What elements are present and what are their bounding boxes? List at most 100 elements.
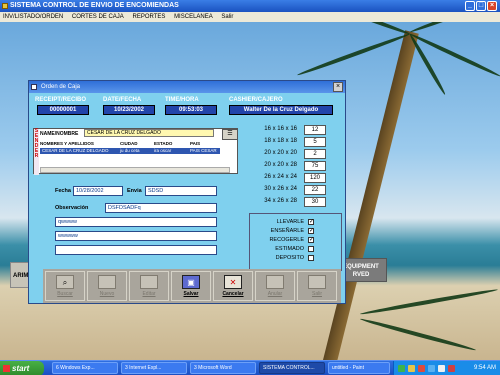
client-result-row[interactable]: CESAR DE LA CRUZ DELGADO ju du ceta ira … — [40, 148, 220, 154]
edit-icon — [140, 275, 158, 289]
tray-icon[interactable] — [398, 365, 405, 372]
observacion-label: Observación — [55, 205, 89, 211]
dialog-titlebar: Orden de Caja × — [29, 81, 345, 93]
size-quantity-input[interactable]: 30 — [304, 197, 326, 207]
option-label: ESTIMADO — [275, 246, 304, 252]
option-label: DEPOSITO — [275, 255, 304, 261]
box-sizes-panel: 16 x 16 x 16 12 18 x 18 x 18 5 20 x 20 x… — [249, 121, 329, 213]
tray-icon[interactable] — [438, 365, 445, 372]
salir-button[interactable]: Salir — [297, 271, 337, 301]
palm-frond — [409, 22, 500, 34]
size-quantity-input[interactable]: 75 — [304, 161, 326, 171]
tray-icon[interactable] — [448, 365, 455, 372]
row-country: PAIS CESAR — [190, 148, 217, 153]
option-checkbox[interactable] — [308, 255, 314, 261]
name-label: NAME/NOMBRE — [40, 131, 79, 137]
buscar-button[interactable]: ⌕ Buscar — [45, 271, 85, 301]
size-label: 20 x 20 x 28 — [264, 162, 297, 168]
salvar-label: Salvar — [183, 291, 199, 297]
search-icon: ⌕ — [56, 275, 74, 289]
void-icon — [266, 275, 284, 289]
tray-icon[interactable] — [428, 365, 435, 372]
size-quantity-input[interactable]: 2 — [304, 149, 326, 159]
taskbar-item[interactable]: 3 Microsoft Word — [190, 362, 256, 374]
row-city: ju du ceta — [120, 148, 140, 153]
envia-input[interactable]: SDSD — [145, 186, 217, 196]
salir-label: Salir — [311, 291, 322, 297]
name-input[interactable]: CESAR DE LA CRUZ DELGADO — [84, 129, 214, 137]
size-label: 16 x 16 x 16 — [264, 126, 297, 132]
cashier-label: CASHIER/CAJERO — [229, 97, 283, 103]
menu-salir[interactable]: Salir — [221, 14, 233, 20]
tray-icon[interactable] — [408, 365, 415, 372]
close-button[interactable]: × — [487, 1, 497, 11]
exit-icon — [308, 275, 326, 289]
fecha-label: Fecha — [55, 188, 71, 194]
new-icon — [98, 275, 116, 289]
size-quantity-input[interactable]: 120 — [304, 173, 326, 183]
notes-line-1[interactable]: qwwww — [55, 217, 217, 227]
client-options-button[interactable]: ☰ — [222, 129, 238, 140]
menubar: INV/LISTADO/ORDEN CORTES DE CAJA REPORTE… — [0, 12, 500, 22]
size-label: 20 x 20 x 20 — [264, 150, 297, 156]
option-checkbox[interactable] — [308, 246, 314, 252]
maximize-button[interactable]: □ — [476, 1, 486, 11]
app-titlebar: SISTEMA CONTROL DE ENVIO DE ENCOMIENDAS … — [0, 0, 500, 12]
option-checkbox[interactable]: ✓ — [308, 237, 314, 243]
minimize-button[interactable]: _ — [465, 1, 475, 11]
cashier-value: Walter De la Cruz Delgado — [229, 105, 333, 115]
taskbar-item[interactable]: 3 Internet Expl... — [121, 362, 187, 374]
size-quantity-input[interactable]: 5 — [304, 137, 326, 147]
size-quantity-input[interactable]: 12 — [304, 125, 326, 135]
observacion-input[interactable]: DSFDSADFq — [105, 203, 217, 213]
menu-cortes-de-caja[interactable]: CORTES DE CAJA — [72, 14, 124, 20]
nuevo-label: Nuevo — [99, 291, 115, 297]
column-header-city: CIUDAD — [120, 141, 138, 146]
notes-line-2[interactable]: wwwww — [55, 231, 217, 241]
buscar-label: Buscar — [57, 291, 73, 297]
size-label: 34 x 26 x 28 — [264, 198, 297, 204]
palm-frond — [359, 287, 499, 316]
tray-icon[interactable] — [418, 365, 425, 372]
notes-line-3[interactable] — [55, 245, 217, 255]
fecha-input[interactable]: 10/28/2002 — [73, 186, 123, 196]
row-state: ira oscar — [154, 148, 172, 153]
size-label: 26 x 24 x 24 — [264, 174, 297, 180]
option-label: LLEVARLE — [276, 219, 304, 225]
column-header-state: ESTADO — [154, 141, 173, 146]
size-quantity-input[interactable]: 22 — [304, 185, 326, 195]
cancel-icon: ✕ — [224, 275, 242, 289]
salvar-button[interactable]: ▣ Salvar — [171, 271, 211, 301]
menu-miscelanea[interactable]: MISCELANEA — [174, 14, 213, 20]
editar-button[interactable]: Editar — [129, 271, 169, 301]
receipt-value: 00000001 — [37, 105, 89, 115]
option-label: RECOGERLE — [269, 237, 304, 243]
taskbar-item[interactable]: 6 Windows Exp... — [52, 362, 118, 374]
horizontal-scrollbar[interactable] — [40, 167, 230, 173]
dialog-close-button[interactable]: × — [333, 82, 343, 92]
cancelar-button[interactable]: ✕ Cancelar — [213, 271, 253, 301]
menu-inv-listado-orden[interactable]: INV/LISTADO/ORDEN — [3, 14, 63, 20]
row-name: CESAR DE LA CRUZ DELGADO — [42, 148, 109, 153]
time-value: 09:53:03 — [165, 105, 217, 115]
option-checkbox[interactable]: ✓ — [308, 219, 314, 225]
client-panel: SENDER NAME/NOMBRE CESAR DE LA CRUZ DELG… — [33, 128, 238, 175]
sender-vertical-tag: SENDER — [34, 129, 39, 175]
option-checkbox[interactable]: ✓ — [308, 228, 314, 234]
taskbar-item[interactable]: untitled - Paint — [328, 362, 390, 374]
date-value: 10/23/2002 — [103, 105, 155, 115]
receipt-label: RECEIPT/RECIBO — [35, 97, 87, 103]
nuevo-button[interactable]: Nuevo — [87, 271, 127, 301]
taskbar-item-active[interactable]: SISTEMA CONTROL... — [259, 362, 325, 374]
size-label: 30 x 26 x 24 — [264, 186, 297, 192]
column-header-country: PAIS — [190, 141, 201, 146]
column-header-name: NOMBRES Y APELLIDOS — [40, 141, 94, 146]
dialog-icon — [31, 84, 37, 90]
app-icon — [2, 3, 8, 9]
start-button[interactable]: start — [0, 361, 44, 375]
menu-reportes[interactable]: REPORTES — [132, 14, 165, 20]
anular-button[interactable]: Anular — [255, 271, 295, 301]
app-title: SISTEMA CONTROL DE ENVIO DE ENCOMIENDAS — [10, 2, 179, 9]
option-label: ENSEÑARLE — [270, 228, 304, 234]
clock: 9:54 AM — [473, 365, 496, 371]
